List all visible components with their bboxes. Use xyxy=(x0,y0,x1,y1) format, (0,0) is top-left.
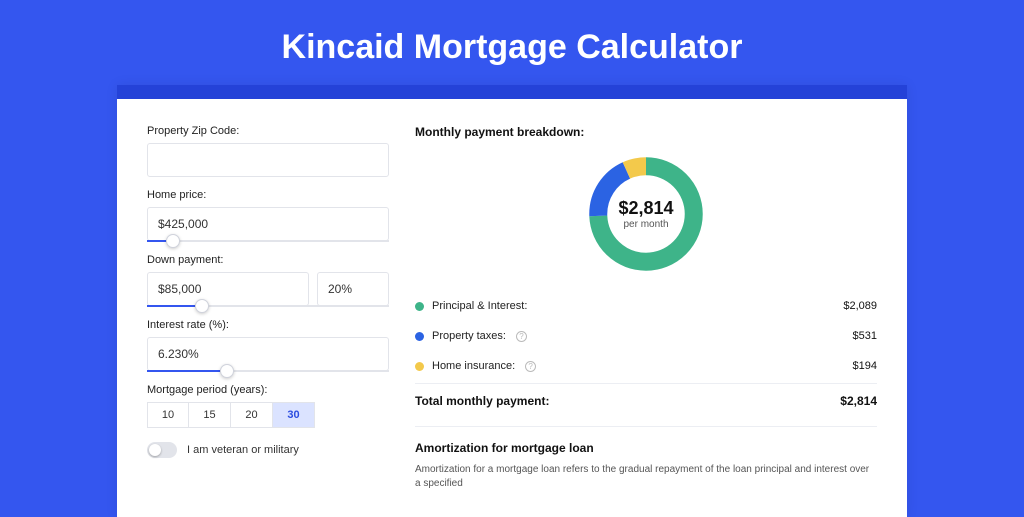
period-option-20[interactable]: 20 xyxy=(231,402,273,428)
rate-field: Interest rate (%): xyxy=(147,319,389,372)
down-field: Down payment: xyxy=(147,254,389,307)
info-icon[interactable]: ? xyxy=(516,331,527,342)
legend-value: $2,089 xyxy=(843,300,877,312)
price-label: Home price: xyxy=(147,189,389,201)
rate-label: Interest rate (%): xyxy=(147,319,389,331)
amortization-section: Amortization for mortgage loan Amortizat… xyxy=(415,426,877,491)
legend-dot-icon xyxy=(415,302,424,311)
total-row: Total monthly payment: $2,814 xyxy=(415,383,877,420)
legend-row: Principal & Interest: $2,089 xyxy=(415,291,877,321)
legend-dot-icon xyxy=(415,362,424,371)
period-option-10[interactable]: 10 xyxy=(147,402,189,428)
legend-dot-icon xyxy=(415,332,424,341)
breakdown-panel: Monthly payment breakdown: $2,814 per mo… xyxy=(415,125,877,491)
period-label: Mortgage period (years): xyxy=(147,384,389,396)
zip-field: Property Zip Code: xyxy=(147,125,389,177)
rate-slider[interactable] xyxy=(147,370,389,372)
zip-label: Property Zip Code: xyxy=(147,125,389,137)
calculator-card: Property Zip Code: Home price: Down paym… xyxy=(117,85,907,517)
breakdown-donut: $2,814 per month xyxy=(583,151,709,277)
down-amount-input[interactable] xyxy=(147,272,309,306)
veteran-row: I am veteran or military xyxy=(147,442,389,458)
legend-label: Property taxes: xyxy=(432,330,506,342)
zip-input[interactable] xyxy=(147,143,389,177)
period-options: 10152030 xyxy=(147,402,389,428)
down-label: Down payment: xyxy=(147,254,389,266)
legend-row: Property taxes:? $531 xyxy=(415,321,877,351)
legend-value: $531 xyxy=(853,330,877,342)
legend: Principal & Interest: $2,089 Property taxe… xyxy=(415,291,877,381)
veteran-label: I am veteran or military xyxy=(187,444,299,456)
total-value: $2,814 xyxy=(840,394,877,408)
breakdown-title: Monthly payment breakdown: xyxy=(415,125,877,139)
form-panel: Property Zip Code: Home price: Down paym… xyxy=(147,125,389,491)
price-input[interactable] xyxy=(147,207,389,241)
veteran-toggle[interactable] xyxy=(147,442,177,458)
total-label: Total monthly payment: xyxy=(415,394,549,408)
info-icon[interactable]: ? xyxy=(525,361,536,372)
legend-row: Home insurance:? $194 xyxy=(415,351,877,381)
donut-sub: per month xyxy=(623,219,668,230)
donut-amount: $2,814 xyxy=(618,198,673,219)
period-option-15[interactable]: 15 xyxy=(189,402,231,428)
period-field: Mortgage period (years): 10152030 xyxy=(147,384,389,428)
legend-label: Home insurance: xyxy=(432,360,515,372)
page-title: Kincaid Mortgage Calculator xyxy=(0,0,1024,85)
amort-title: Amortization for mortgage loan xyxy=(415,441,877,455)
price-slider[interactable] xyxy=(147,240,389,242)
legend-label: Principal & Interest: xyxy=(432,300,527,312)
rate-input[interactable] xyxy=(147,337,389,371)
down-pct-input[interactable] xyxy=(317,272,389,306)
amort-body: Amortization for a mortgage loan refers … xyxy=(415,463,877,491)
price-field: Home price: xyxy=(147,189,389,242)
period-option-30[interactable]: 30 xyxy=(273,402,315,428)
down-slider[interactable] xyxy=(147,305,389,307)
legend-value: $194 xyxy=(853,360,877,372)
